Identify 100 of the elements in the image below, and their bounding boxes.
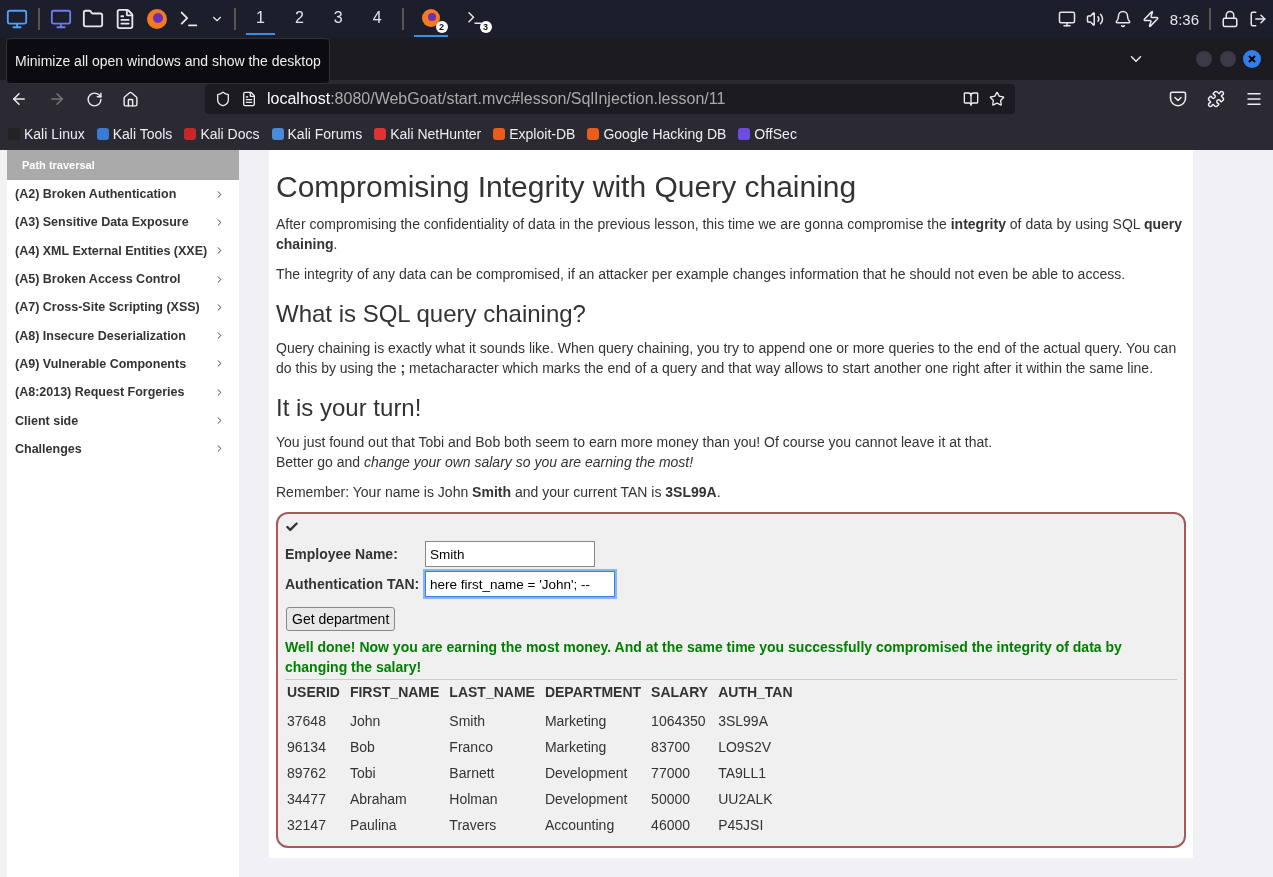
bookmark-link[interactable]: Google Hacking DB bbox=[587, 126, 727, 142]
home-icon[interactable] bbox=[122, 90, 139, 108]
taskbar-app[interactable]: 3 bbox=[457, 1, 492, 37]
workspace-tab[interactable]: 2 bbox=[284, 3, 314, 35]
logout-icon[interactable] bbox=[1249, 10, 1267, 28]
reload-icon[interactable] bbox=[86, 90, 103, 108]
table-cell-text: 37648 bbox=[286, 712, 327, 731]
workspace-tab[interactable]: 4 bbox=[362, 3, 392, 35]
table-cell-text: LO9S2V bbox=[717, 738, 773, 757]
folder-icon[interactable] bbox=[82, 8, 104, 30]
table-cell-text: 32147 bbox=[286, 816, 327, 835]
table-cell-text: 83700 bbox=[650, 738, 692, 757]
sidebar-item[interactable]: (A8) Insecure Deserialization bbox=[7, 321, 239, 350]
sidebar-item[interactable]: (A3) Sensitive Data Exposure bbox=[7, 208, 239, 237]
paragraph: The integrity of any data can be compromised, if an attacker per example changes information that he should not even be able to access. bbox=[276, 265, 1127, 284]
table-cell-text: Bob bbox=[348, 738, 376, 757]
bookmark-link[interactable]: Kali Tools bbox=[96, 126, 173, 142]
bookmark-icon bbox=[184, 128, 197, 140]
sidebar-item[interactable]: (A4) XML External Entities (XXE) bbox=[7, 236, 239, 265]
bookmark-link[interactable]: OffSec bbox=[738, 126, 797, 142]
table-cell-text: 96134 bbox=[286, 738, 327, 757]
close-button[interactable] bbox=[1243, 50, 1261, 68]
bookmark-icon bbox=[271, 128, 284, 140]
column-header: USERID bbox=[286, 684, 341, 702]
table-cell-text: 1064350 bbox=[650, 712, 707, 731]
bookmark-icon bbox=[587, 128, 600, 140]
bookmark-link[interactable]: Kali Forums bbox=[271, 126, 363, 142]
table-cell-text: 3SL99A bbox=[717, 712, 769, 731]
bookmark-icon bbox=[493, 128, 506, 140]
bookmark-link[interactable]: Kali Docs bbox=[184, 126, 260, 142]
browser-icon[interactable] bbox=[146, 8, 168, 30]
menu-icon[interactable] bbox=[1245, 90, 1263, 108]
table-cell-text: 34477 bbox=[286, 790, 327, 809]
bookmark-icon bbox=[96, 128, 109, 140]
browser-icon bbox=[420, 8, 441, 28]
input-field[interactable]: here first_name = 'John'; -- bbox=[425, 571, 615, 597]
table-cell-text: Abraham bbox=[348, 790, 408, 809]
table-cell-text: Franco bbox=[448, 738, 494, 757]
volume-icon[interactable] bbox=[1085, 10, 1104, 28]
sidebar-item[interactable]: Challenges bbox=[7, 434, 239, 463]
table-cell-text: Development bbox=[543, 790, 629, 809]
field-label: Authentication TAN: bbox=[285, 576, 421, 592]
table-cell-text: Marketing bbox=[543, 738, 608, 757]
table-cell-text: 89762 bbox=[286, 764, 327, 783]
clock: 8:36 bbox=[1169, 10, 1199, 28]
address-bar[interactable]: localhost:8080/WebGoat/start.mvc#lesson/SqlInjection.lesson/11 bbox=[205, 84, 1015, 114]
sidebar-item[interactable]: (A2) Broken Authentication bbox=[7, 180, 239, 209]
table-cell-text: Tobi bbox=[348, 764, 377, 783]
table-cell-text: P45JSI bbox=[717, 816, 765, 835]
bell-icon[interactable] bbox=[1113, 10, 1132, 28]
table-cell-text: Paulina bbox=[348, 816, 398, 835]
table-cell-text: John bbox=[348, 712, 382, 731]
paragraph: Query chaining is exactly what it sounds like. When query chaining, you try to append one or more queries to the end of the actual query. You can do this by using the ; metacharacter which marks the end of a query and that way allows to start another one right after it within the same line. bbox=[276, 339, 1178, 378]
submit-button[interactable]: Get department bbox=[286, 607, 396, 631]
text-editor-icon[interactable] bbox=[114, 8, 136, 30]
count-badge: 3 bbox=[479, 21, 492, 33]
page-icon bbox=[241, 91, 257, 107]
column-header: SALARY bbox=[650, 684, 710, 702]
column-header: LAST_NAME bbox=[448, 684, 536, 702]
success-message: Well done! Now you are earning the most money. And at the same time you successfully compromised the integrity of data by changing the salary! bbox=[285, 637, 1177, 680]
section-heading: It is your turn! bbox=[276, 394, 423, 422]
section-heading: What is SQL query chaining? bbox=[276, 300, 587, 328]
sidebar-item[interactable]: (A7) Cross-Site Scripting (XSS) bbox=[7, 293, 239, 322]
table-cell-text: Development bbox=[543, 764, 629, 783]
taskbar-app[interactable]: 2 bbox=[413, 1, 448, 37]
column-header: AUTH_TAN bbox=[717, 684, 794, 702]
sidebar-item[interactable]: Client side bbox=[7, 406, 239, 435]
sidebar-item[interactable]: (A5) Broken Access Control bbox=[7, 264, 239, 294]
paragraph: After compromising the confidentiality of data in the previous lesson, this time we are gonna compromise the integrity of data by using SQL query chaining. bbox=[276, 215, 1184, 254]
shield-icon bbox=[215, 91, 231, 107]
network-icon[interactable] bbox=[1057, 10, 1076, 28]
bookmark-icon bbox=[374, 128, 387, 140]
bookmark-icon bbox=[738, 128, 751, 140]
workspace-tab[interactable]: 3 bbox=[323, 3, 353, 35]
sidebar-item[interactable]: (A8:2013) Request Forgeries bbox=[7, 378, 239, 407]
table-cell-text: Accounting bbox=[543, 816, 616, 835]
table-cell-text: UU2ALK bbox=[717, 790, 774, 809]
table-cell-text: Barnett bbox=[448, 764, 496, 783]
desktop-icon[interactable] bbox=[50, 8, 72, 30]
bookmark-link[interactable]: Kali Linux bbox=[8, 126, 85, 142]
lock-icon[interactable] bbox=[1221, 10, 1239, 28]
column-header: FIRST_NAME bbox=[348, 684, 441, 702]
column-header: DEPARTMENT bbox=[543, 684, 643, 702]
forward-icon[interactable] bbox=[48, 90, 66, 108]
sidebar-item[interactable]: (A9) Vulnerable Components bbox=[7, 349, 239, 379]
bookmark-link[interactable]: Exploit-DB bbox=[493, 126, 576, 142]
table-cell-text: Marketing bbox=[543, 712, 608, 731]
field-label: Employee Name: bbox=[285, 546, 399, 562]
workspace-tab[interactable]: 1 bbox=[246, 3, 275, 35]
input-field[interactable]: Smith bbox=[425, 541, 595, 567]
table-cell-text: Travers bbox=[448, 816, 498, 835]
paragraph: You just found out that Tobi and Bob both seem to earn more money than you! Of course you cannot leave it at that. Better go and change your own salary so you are earning the most! bbox=[276, 433, 994, 472]
table-cell-text: Smith bbox=[448, 712, 487, 731]
back-icon[interactable] bbox=[10, 90, 28, 108]
terminal-icon bbox=[465, 9, 484, 27]
extensions-icon[interactable] bbox=[1207, 90, 1225, 108]
star-icon[interactable] bbox=[989, 91, 1005, 107]
bookmark-link[interactable]: Kali NetHunter bbox=[374, 126, 482, 142]
tooltip: Minimize all open windows and show the desktop bbox=[6, 38, 330, 84]
reader-view-icon[interactable] bbox=[963, 91, 979, 107]
